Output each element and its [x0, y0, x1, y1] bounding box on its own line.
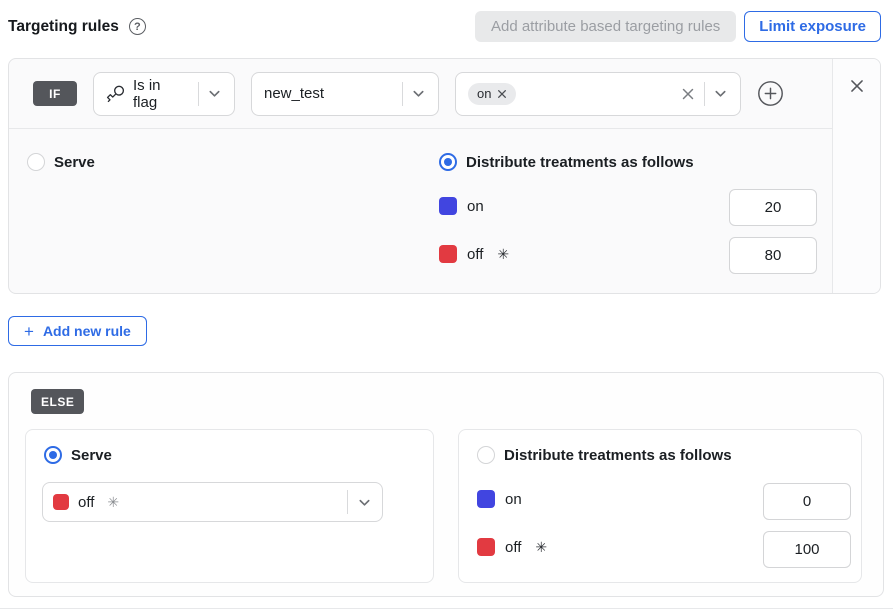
- rule-condition-row: IF Is in flag new_test: [9, 59, 832, 129]
- treatment-name: off: [78, 494, 94, 511]
- default-treatment-icon: ✳: [535, 539, 547, 556]
- treatment-color-swatch: [53, 494, 69, 510]
- serve-radio[interactable]: [27, 153, 45, 171]
- treatment-color-swatch: [439, 245, 457, 263]
- matcher-select[interactable]: Is in flag: [93, 72, 235, 116]
- page-title: Targeting rules: [8, 18, 119, 36]
- help-icon[interactable]: ?: [129, 18, 146, 35]
- else-distribute-card: Distribute treatments as follows on off …: [458, 429, 862, 583]
- else-serve-card: Serve off ✳: [25, 429, 434, 583]
- else-serve-label: Serve: [71, 447, 112, 464]
- distribute-label: Distribute treatments as follows: [466, 154, 694, 171]
- treatment-percent-input[interactable]: [763, 531, 851, 568]
- treatment-name: on: [467, 198, 484, 215]
- treatment-name: off: [467, 246, 483, 263]
- serve-option[interactable]: Serve: [27, 153, 95, 171]
- matcher-label: Is in flag: [133, 77, 182, 111]
- add-new-rule-label: Add new rule: [43, 323, 131, 339]
- rule-serve-section: Serve Distribute treatments as follows o…: [9, 129, 832, 293]
- else-distribute-option[interactable]: Distribute treatments as follows: [477, 446, 732, 464]
- treatment-row: off ✳: [477, 538, 547, 556]
- default-treatment-icon: ✳: [497, 246, 509, 263]
- serve-label: Serve: [54, 154, 95, 171]
- distribute-option[interactable]: Distribute treatments as follows: [439, 153, 694, 171]
- else-distribute-label: Distribute treatments as follows: [504, 447, 732, 464]
- chevron-down-icon: [207, 86, 222, 101]
- default-treatment-icon: ✳: [107, 494, 119, 511]
- else-distribute-radio[interactable]: [477, 446, 495, 464]
- flag-select-value: new_test: [264, 85, 324, 102]
- targeting-rule-card: IF Is in flag new_test: [8, 58, 881, 294]
- treatment-name: off: [505, 539, 521, 556]
- treatment-percent-input[interactable]: [763, 483, 851, 520]
- treatment-row: on: [439, 197, 484, 215]
- add-condition-icon[interactable]: [757, 80, 784, 107]
- limit-exposure-button[interactable]: Limit exposure: [744, 11, 881, 42]
- value-chip: on: [468, 83, 516, 105]
- treatment-row: off ✳: [439, 245, 509, 263]
- add-attribute-rules-button[interactable]: Add attribute based targeting rules: [475, 11, 736, 42]
- add-new-rule-button[interactable]: + Add new rule: [8, 316, 147, 346]
- bottom-divider: [0, 608, 893, 609]
- plus-icon: +: [24, 323, 34, 340]
- else-serve-option[interactable]: Serve: [44, 446, 112, 464]
- treatment-values-select[interactable]: on: [455, 72, 741, 116]
- treatment-percent-input[interactable]: [729, 189, 817, 226]
- distribute-radio[interactable]: [439, 153, 457, 171]
- else-serve-radio[interactable]: [44, 446, 62, 464]
- treatment-color-swatch: [477, 490, 495, 508]
- treatment-color-swatch: [439, 197, 457, 215]
- treatment-row: on: [477, 490, 522, 508]
- header: Targeting rules ? Add attribute based ta…: [8, 10, 881, 43]
- treatment-color-swatch: [477, 538, 495, 556]
- flag-select[interactable]: new_test: [251, 72, 439, 116]
- treatment-percent-input[interactable]: [729, 237, 817, 274]
- else-serve-treatment-select[interactable]: off ✳: [42, 482, 383, 522]
- chevron-down-icon: [713, 86, 728, 101]
- chevron-down-icon: [357, 495, 372, 510]
- clear-all-icon[interactable]: [680, 86, 696, 102]
- else-badge: ELSE: [31, 389, 84, 414]
- key-icon: [106, 84, 125, 103]
- remove-rule-icon[interactable]: [848, 77, 866, 95]
- else-card: ELSE Serve off ✳ Distribute treatments a…: [8, 372, 884, 597]
- if-badge: IF: [33, 81, 77, 106]
- rule-side-column: [832, 59, 880, 293]
- chevron-down-icon: [411, 86, 426, 101]
- chip-remove-icon[interactable]: [497, 89, 507, 99]
- value-chip-label: on: [477, 86, 491, 101]
- treatment-name: on: [505, 491, 522, 508]
